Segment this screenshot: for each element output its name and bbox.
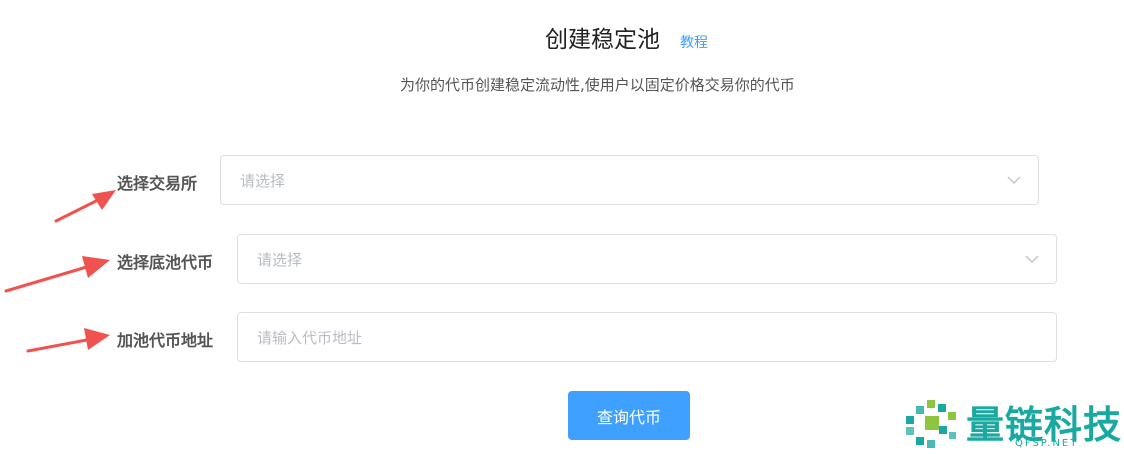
arrow-icon bbox=[26, 328, 110, 353]
arrow-icon bbox=[4, 256, 110, 293]
page-title: 创建稳定池 bbox=[545, 27, 660, 53]
arrow-icon bbox=[54, 190, 116, 223]
exchange-label: 选择交易所 bbox=[117, 174, 198, 193]
chevron-down-icon bbox=[1006, 172, 1022, 188]
base-token-select-placeholder: 请选择 bbox=[257, 250, 303, 269]
pool-token-address-placeholder: 请输入代币地址 bbox=[257, 328, 363, 347]
pool-token-address-input[interactable]: 请输入代币地址 bbox=[237, 312, 1057, 362]
chain-logo-icon bbox=[906, 400, 956, 448]
tutorial-link[interactable]: 教程 bbox=[680, 32, 708, 52]
watermark-url: QFSP.NET bbox=[1015, 438, 1079, 449]
page-subtitle: 为你的代币创建稳定流动性,使用户以固定价格交易你的代币 bbox=[400, 76, 795, 94]
exchange-select[interactable]: 请选择 bbox=[220, 155, 1039, 205]
watermark: 量链科技 QFSP.NET bbox=[903, 392, 1123, 454]
chevron-down-icon bbox=[1024, 251, 1040, 267]
base-token-label: 选择底池代币 bbox=[117, 253, 214, 272]
query-token-button[interactable]: 查询代币 bbox=[568, 391, 690, 440]
base-token-select[interactable]: 请选择 bbox=[237, 234, 1057, 284]
pool-token-address-label: 加池代币地址 bbox=[117, 331, 214, 350]
create-stable-pool-page: 创建稳定池 教程 为你的代币创建稳定流动性,使用户以固定价格交易你的代币 选择交… bbox=[0, 0, 1124, 454]
exchange-select-placeholder: 请选择 bbox=[240, 171, 286, 190]
page-header: 创建稳定池 教程 bbox=[545, 20, 708, 54]
